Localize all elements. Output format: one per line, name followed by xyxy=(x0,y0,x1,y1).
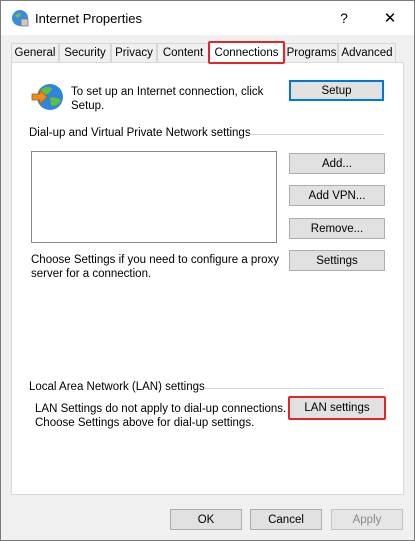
tab-connections[interactable]: Connections xyxy=(208,41,285,64)
tab-general[interactable]: General xyxy=(11,43,59,62)
settings-button[interactable]: Settings xyxy=(289,250,385,271)
tab-strip: General Security Privacy Content Connect… xyxy=(1,41,414,64)
tab-label: Content xyxy=(162,47,204,59)
help-button[interactable]: ? xyxy=(321,3,367,33)
cancel-button-label: Cancel xyxy=(268,513,304,526)
setup-button[interactable]: Setup xyxy=(289,80,384,101)
apply-button[interactable]: Apply xyxy=(331,509,403,530)
tab-content[interactable]: Content xyxy=(157,43,209,62)
add-vpn-button[interactable]: Add VPN... xyxy=(289,185,385,206)
setup-description: To set up an Internet connection, click … xyxy=(71,86,264,112)
remove-button-label: Remove... xyxy=(310,222,364,235)
add-button[interactable]: Add... xyxy=(289,153,385,174)
dialup-section-title: Dial-up and Virtual Private Network sett… xyxy=(29,127,257,139)
tab-label: Connections xyxy=(214,46,279,59)
tab-label: Programs xyxy=(286,47,337,59)
tab-security[interactable]: Security xyxy=(59,43,111,62)
tab-label: Privacy xyxy=(115,47,153,59)
lan-divider xyxy=(204,388,384,389)
tab-label: Advanced xyxy=(341,47,393,59)
help-icon: ? xyxy=(340,10,348,26)
tab-advanced[interactable]: Advanced xyxy=(338,43,396,62)
lan-description: LAN Settings do not apply to dial-up con… xyxy=(35,403,287,429)
tab-programs[interactable]: Programs xyxy=(285,43,338,62)
tab-privacy[interactable]: Privacy xyxy=(111,43,157,62)
title-bar: Internet Properties ? ✕ xyxy=(1,1,414,35)
internet-properties-dialog: Internet Properties ? ✕ General Security… xyxy=(0,0,415,541)
lan-settings-button[interactable]: LAN settings xyxy=(288,396,386,420)
close-button[interactable]: ✕ xyxy=(367,3,413,33)
internet-properties-icon xyxy=(12,10,29,27)
proxy-description: Choose Settings if you need to configure… xyxy=(31,254,280,280)
ok-button[interactable]: OK xyxy=(170,509,242,530)
tab-label: Security xyxy=(64,47,106,59)
dialup-divider xyxy=(244,134,384,135)
tab-label: General xyxy=(14,47,56,59)
lan-section-title: Local Area Network (LAN) settings xyxy=(29,381,211,393)
apply-button-label: Apply xyxy=(352,513,382,526)
window-title: Internet Properties xyxy=(35,11,142,26)
settings-button-label: Settings xyxy=(316,254,358,267)
connections-list[interactable] xyxy=(31,151,277,243)
cancel-button[interactable]: Cancel xyxy=(250,509,322,530)
connections-panel: To set up an Internet connection, click … xyxy=(11,62,404,495)
remove-button[interactable]: Remove... xyxy=(289,218,385,239)
globe-arrow-icon xyxy=(31,84,63,110)
close-icon: ✕ xyxy=(383,10,397,27)
lan-settings-button-label: LAN settings xyxy=(304,402,370,414)
add-button-label: Add... xyxy=(321,157,353,170)
ok-button-label: OK xyxy=(197,513,215,526)
setup-button-label: Setup xyxy=(321,84,352,97)
add-vpn-button-label: Add VPN... xyxy=(308,189,366,202)
